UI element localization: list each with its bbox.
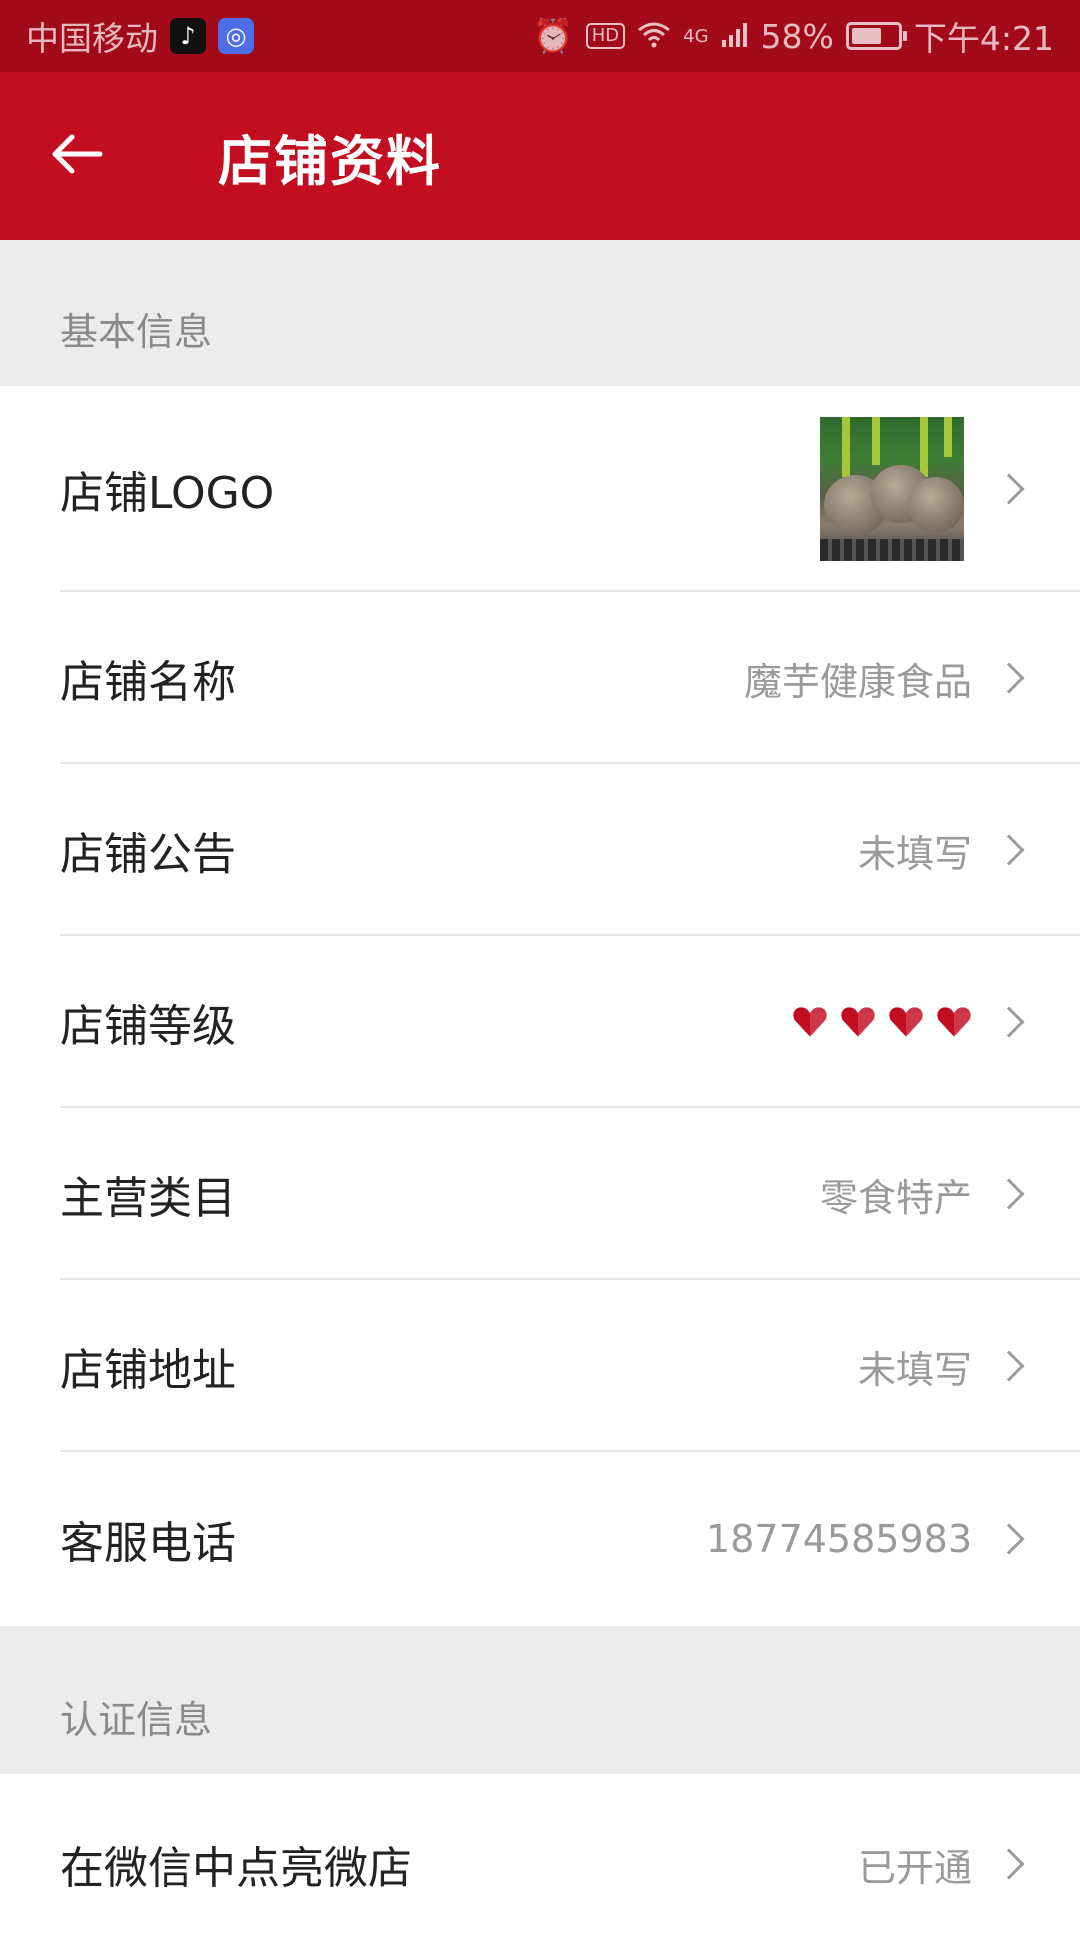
row-value: 未填写 (857, 831, 972, 876)
chevron-right-icon (993, 1178, 1025, 1210)
back-arrow-icon[interactable] (50, 127, 150, 185)
tiktok-icon: ♪ (170, 18, 206, 54)
heart-icon (841, 1007, 875, 1037)
app-header: 店铺资料 (0, 72, 1080, 240)
row-value: 未填写 (857, 1347, 972, 1392)
section-header-certification: 认证信息 (0, 1626, 1080, 1774)
wifi-icon (637, 17, 671, 56)
section-title: 认证信息 (60, 1698, 213, 1742)
row-label: 店铺LOGO (60, 468, 275, 519)
status-bar-right: ⏰ HD 4G 58% 下午4:21 (533, 12, 1054, 60)
row-label: 店铺等级 (60, 1001, 236, 1052)
status-bar-left: 中国移动 ♪ ◎ (26, 12, 254, 60)
row-main-category[interactable]: 主营类目 零食特产 (0, 1108, 1080, 1280)
row-wechat-store[interactable]: 在微信中点亮微店 已开通 (0, 1774, 1080, 1954)
chevron-right-icon (993, 834, 1025, 866)
browser-icon: ◎ (218, 18, 254, 54)
row-label: 店铺公告 (60, 829, 236, 880)
row-label: 客服电话 (60, 1518, 236, 1569)
carrier-label: 中国移动 (26, 19, 158, 58)
hd-icon: HD (585, 23, 626, 49)
row-store-logo[interactable]: 店铺LOGO (0, 386, 1080, 592)
chevron-right-icon (993, 1350, 1025, 1382)
row-label: 在微信中点亮微店 (60, 1843, 412, 1894)
battery-icon (845, 22, 907, 50)
heart-icon (793, 1007, 827, 1037)
row-value: 零食特产 (819, 1175, 972, 1220)
battery-percent: 58% (760, 16, 834, 56)
row-service-phone[interactable]: 客服电话 18774585983 (0, 1452, 1080, 1626)
row-store-notice[interactable]: 店铺公告 未填写 (0, 764, 1080, 936)
chevron-right-icon (993, 1848, 1025, 1880)
row-store-name[interactable]: 店铺名称 魔芋健康食品 (0, 592, 1080, 764)
chevron-right-icon (993, 473, 1025, 505)
chevron-right-icon (993, 1523, 1025, 1555)
heart-icon (889, 1007, 923, 1037)
store-level-hearts (792, 1004, 972, 1040)
row-store-address[interactable]: 店铺地址 未填写 (0, 1280, 1080, 1452)
status-bar: 中国移动 ♪ ◎ ⏰ HD 4G 58% 下午4:21 (0, 0, 1080, 72)
network-type: 4G (683, 25, 709, 47)
chevron-right-icon (993, 662, 1025, 694)
row-label: 店铺地址 (60, 1345, 236, 1396)
section-header-basic-info: 基本信息 (0, 240, 1080, 386)
section-title: 基本信息 (60, 310, 213, 354)
row-value: 18774585983 (706, 1517, 972, 1561)
clock: 下午4:21 (913, 19, 1054, 58)
alarm-icon: ⏰ (532, 16, 574, 55)
row-label: 店铺名称 (60, 657, 236, 708)
row-store-level[interactable]: 店铺等级 (0, 936, 1080, 1108)
row-value: 魔芋健康食品 (743, 659, 972, 704)
signal-icon (721, 17, 749, 56)
chevron-right-icon (993, 1006, 1025, 1038)
row-value: 已开通 (857, 1845, 972, 1890)
heart-icon (937, 1007, 971, 1037)
page-title: 店铺资料 (218, 129, 442, 193)
row-label: 主营类目 (60, 1173, 236, 1224)
store-logo-image (820, 417, 964, 561)
